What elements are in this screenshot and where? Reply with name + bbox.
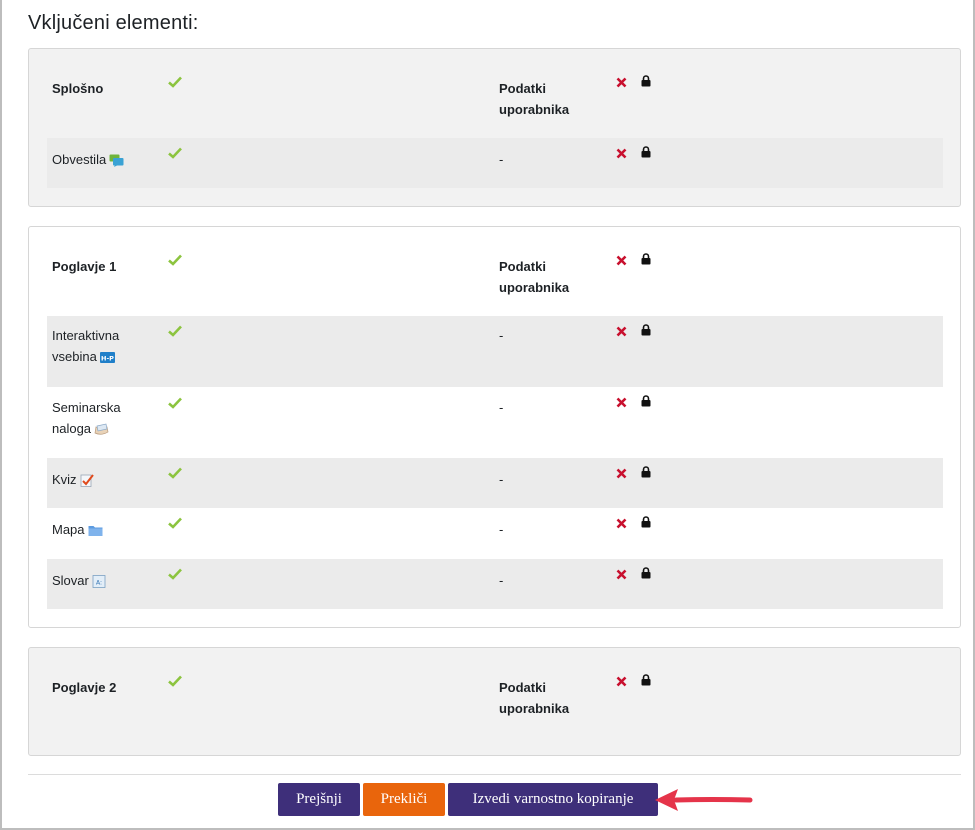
close-icon[interactable] xyxy=(616,255,627,266)
item-label[interactable]: Slovar xyxy=(52,573,89,588)
close-icon[interactable] xyxy=(616,468,627,479)
lock-icon xyxy=(641,324,651,336)
section-header-row: Poglavje 2 Podatki uporabnika xyxy=(47,668,943,738)
item-name: Slovar A: xyxy=(52,570,162,591)
section-name: Poglavje 1 xyxy=(52,259,117,274)
section-name: Poglavje 2 xyxy=(52,680,117,695)
lock-icon xyxy=(641,146,651,158)
check-icon xyxy=(168,397,182,409)
user-data-value: - xyxy=(499,472,504,487)
table-row: Mapa - xyxy=(47,508,943,559)
close-icon[interactable] xyxy=(616,569,627,580)
user-data-value: - xyxy=(499,328,504,343)
user-data-value: - xyxy=(499,522,504,537)
user-data-label: Podatki uporabnika xyxy=(499,259,570,295)
lock-icon xyxy=(641,75,651,87)
section-name: Splošno xyxy=(52,81,104,96)
section-splosno: Splošno Podatki uporabnika Obvestila - xyxy=(28,48,961,207)
user-data-value: - xyxy=(499,152,504,167)
assignment-icon xyxy=(94,423,109,435)
user-data-value: - xyxy=(499,400,504,415)
close-icon[interactable] xyxy=(616,77,627,88)
table-row: Seminarska naloga - xyxy=(47,387,943,458)
h5p-icon: H-P xyxy=(99,352,115,363)
item-label[interactable]: Mapa xyxy=(52,522,85,537)
annotation-arrow-icon xyxy=(655,789,753,811)
svg-text:A:: A: xyxy=(96,580,102,587)
item-name: Mapa xyxy=(52,519,162,540)
user-data-value: - xyxy=(499,573,504,588)
table-row: Slovar A: - xyxy=(47,559,943,609)
close-icon[interactable] xyxy=(616,326,627,337)
forum-icon xyxy=(109,154,124,167)
check-icon xyxy=(168,568,182,580)
lock-icon xyxy=(641,253,651,265)
lock-icon xyxy=(641,395,651,407)
check-icon xyxy=(168,517,182,529)
lock-icon xyxy=(641,567,651,579)
section-header-row: Splošno Podatki uporabnika xyxy=(47,69,943,129)
folder-icon xyxy=(88,526,103,536)
glossary-icon: A: xyxy=(92,575,106,588)
user-data-label: Podatki uporabnika xyxy=(499,81,570,117)
close-icon[interactable] xyxy=(616,397,627,408)
svg-text:H-P: H-P xyxy=(101,355,114,363)
section-header-row: Poglavje 1 Podatki uporabnika xyxy=(47,247,943,317)
page-title: Vključeni elementi: xyxy=(28,12,199,34)
section-poglavje-2: Poglavje 2 Podatki uporabnika xyxy=(28,647,961,756)
item-label[interactable]: Seminarska naloga xyxy=(52,400,121,436)
user-data-label: Podatki uporabnika xyxy=(499,680,570,716)
table-row: Obvestila - xyxy=(47,138,943,188)
close-icon[interactable] xyxy=(616,676,627,687)
section-poglavje-1: Poglavje 1 Podatki uporabnika Interaktiv… xyxy=(28,226,961,628)
perform-backup-button[interactable]: Izvedi varnostno kopiranje xyxy=(448,783,658,816)
check-icon xyxy=(168,675,182,687)
item-label[interactable]: Obvestila xyxy=(52,152,106,167)
check-icon xyxy=(168,325,182,337)
cancel-button[interactable]: Prekliči xyxy=(363,783,445,816)
check-icon xyxy=(168,147,182,159)
lock-icon xyxy=(641,516,651,528)
check-icon xyxy=(168,467,182,479)
table-row: Interaktivna vsebina H-P - xyxy=(47,316,943,387)
item-label[interactable]: Kviz xyxy=(52,472,77,487)
footer-divider xyxy=(28,774,961,775)
lock-icon xyxy=(641,674,651,686)
close-icon[interactable] xyxy=(616,518,627,529)
close-icon[interactable] xyxy=(616,148,627,159)
item-name: Obvestila xyxy=(52,149,162,170)
table-row: Kviz - xyxy=(47,458,943,508)
quiz-icon xyxy=(80,474,94,487)
item-name: Interaktivna vsebina H-P xyxy=(52,325,142,367)
check-icon xyxy=(168,76,182,88)
item-name: Seminarska naloga xyxy=(52,397,142,439)
previous-button[interactable]: Prejšnji xyxy=(278,783,360,816)
item-name: Kviz xyxy=(52,469,162,490)
lock-icon xyxy=(641,466,651,478)
check-icon xyxy=(168,254,182,266)
